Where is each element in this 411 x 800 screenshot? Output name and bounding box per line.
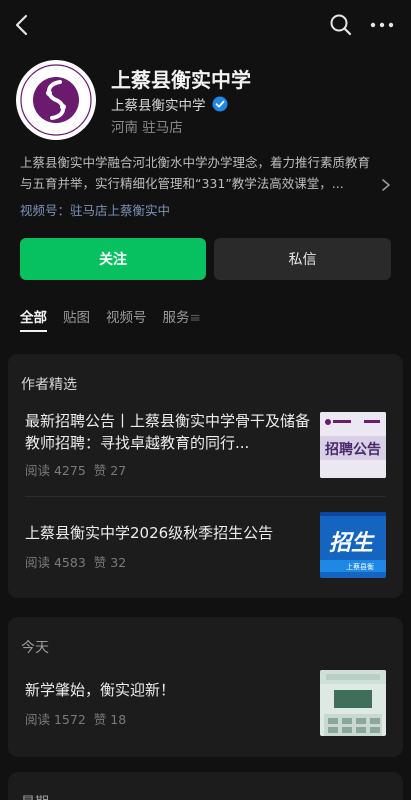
back-arrow-icon[interactable] (10, 12, 34, 38)
section-title: 作者精选 (21, 377, 77, 393)
article-meta: 阅读 4275 赞 27 (25, 460, 134, 479)
article-item[interactable]: 新学肇始，衡实迎新！ 阅读 1572 赞 18 (8, 669, 403, 739)
article-title: 新学肇始，衡实迎新！ (25, 681, 176, 699)
account-logo[interactable] (16, 60, 96, 140)
account-location: 河南 驻马店 (111, 120, 183, 136)
today-section: 今天 新学肇始，衡实迎新！ 阅读 1572 赞 18 (8, 617, 403, 757)
article-item[interactable]: 上蔡县衡实中学2026级秋季招生公告 阅读 4583 赞 32 招生 上蔡县衡 (8, 512, 403, 582)
section-title: 今天 (21, 640, 49, 656)
article-reads: 阅读 1572 (25, 712, 86, 727)
chevron-right-icon[interactable] (380, 178, 392, 192)
article-thumbnail: 招生 上蔡县衡 (320, 512, 386, 578)
article-likes: 赞 27 (93, 463, 127, 478)
article-title: 上蔡县衡实中学2026级秋季招生公告 (25, 524, 274, 542)
account-name: 上蔡县衡实中学 (111, 68, 251, 92)
article-meta: 阅读 4583 赞 32 (25, 552, 134, 571)
divider (25, 496, 386, 497)
article-reads: 阅读 4275 (25, 463, 86, 478)
section-title: 星期 (21, 792, 49, 800)
tab-video-channel[interactable]: 视频号 (106, 306, 147, 332)
article-item[interactable]: 最新招聘公告丨上蔡县衡实中学骨干及储备教师招聘：寻找卓越教育的同行... 阅读 … (8, 408, 403, 498)
article-reads: 阅读 4583 (25, 555, 86, 570)
top-bar (0, 0, 411, 50)
next-section: 星期 (8, 772, 403, 800)
school-emblem-icon (18, 62, 94, 138)
article-likes: 赞 18 (93, 712, 127, 727)
account-profile: 上蔡县衡实中学 上蔡县衡实中学 河南 驻马店 (16, 60, 396, 140)
tab-overflow-fade: ≡ (189, 310, 201, 326)
article-thumbnail (320, 670, 386, 736)
thumbnail-subtext: 上蔡县衡 (346, 562, 374, 571)
more-dots-icon[interactable] (368, 12, 396, 38)
message-button[interactable]: 私信 (214, 238, 391, 280)
thumbnail-text: 招生 (329, 531, 375, 556)
verified-badge-icon (212, 96, 227, 112)
tab-posts[interactable]: 贴图 (63, 306, 90, 332)
tab-services[interactable]: 服务≡ (163, 306, 201, 332)
thumbnail-text: 招聘公告 (325, 441, 381, 458)
content-tabs: 全部 贴图 视频号 服务≡ (20, 306, 201, 332)
article-likes: 赞 32 (93, 555, 127, 570)
tab-all[interactable]: 全部 (20, 306, 47, 332)
account-entity[interactable]: 上蔡县衡实中学 (111, 94, 228, 114)
article-thumbnail: 招聘公告 (320, 412, 386, 478)
article-meta: 阅读 1572 赞 18 (25, 709, 134, 728)
article-title: 最新招聘公告丨上蔡县衡实中学骨干及储备教师招聘：寻找卓越教育的同行... (25, 412, 310, 452)
follow-button[interactable]: 关注 (20, 238, 206, 280)
video-channel-link[interactable]: 视频号：驻马店上蔡衡实中 (20, 200, 170, 219)
tab-services-label: 服务 (162, 310, 190, 326)
account-description[interactable]: 上蔡县衡实中学融合河北衡水中学办学理念，着力推行素质教育与五育并举，实行精细化管… (20, 152, 370, 194)
search-icon[interactable] (328, 12, 354, 38)
featured-section: 作者精选 最新招聘公告丨上蔡县衡实中学骨干及储备教师招聘：寻找卓越教育的同行..… (8, 354, 403, 598)
account-entity-name: 上蔡县衡实中学 (111, 98, 206, 114)
